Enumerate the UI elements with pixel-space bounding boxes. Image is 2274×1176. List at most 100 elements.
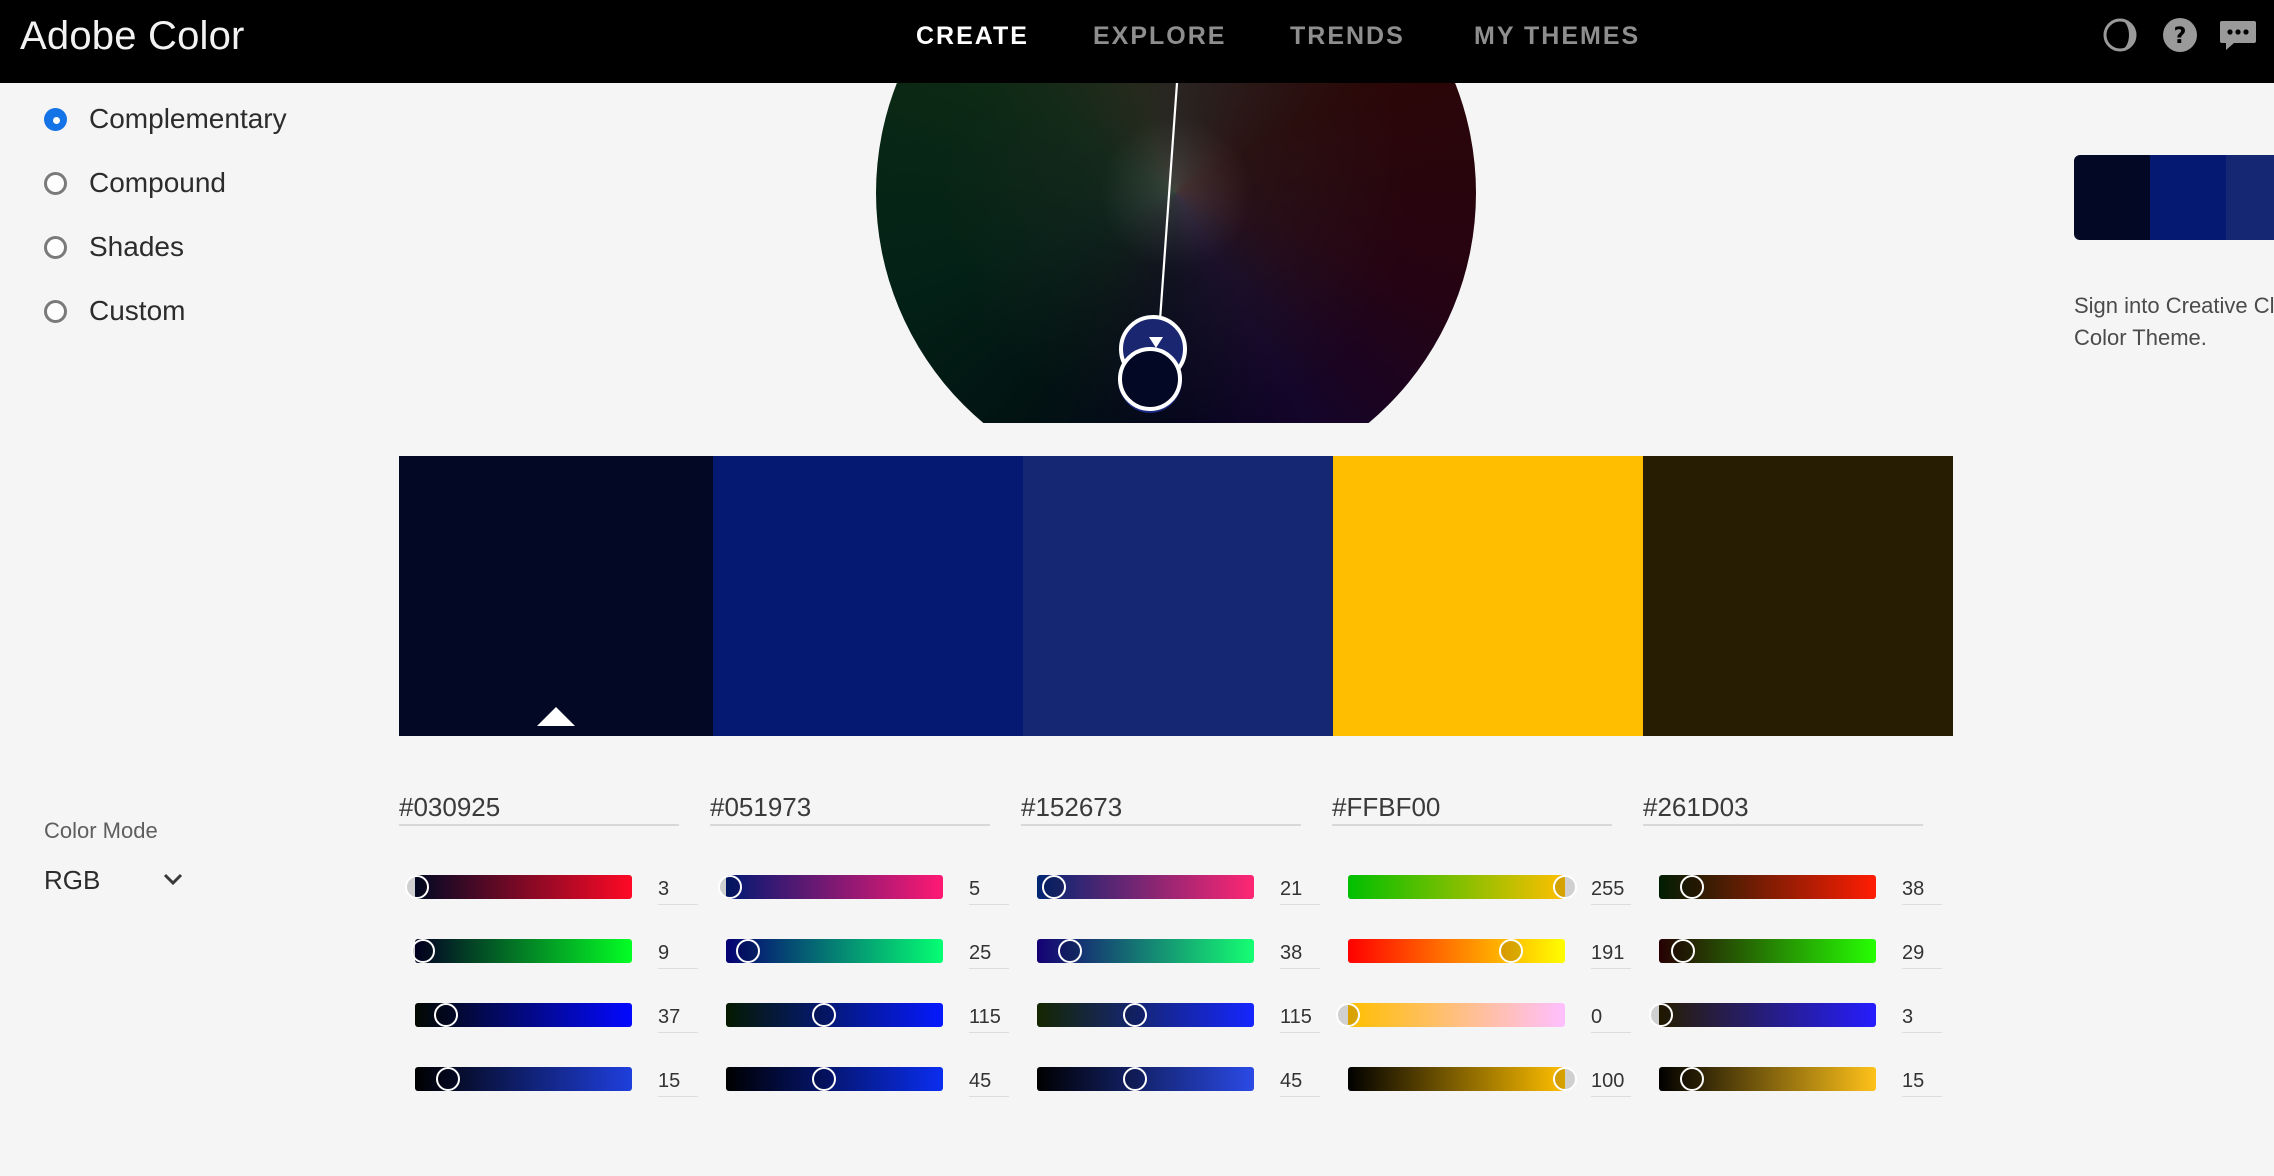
slider-knob[interactable] [811, 1067, 836, 1091]
top-bar: Adobe Color CREATE EXPLORE TRENDS MY THE… [0, 0, 2274, 83]
slider-value[interactable]: 9 [658, 942, 698, 969]
slider-track[interactable] [415, 939, 632, 963]
slider-value[interactable]: 25 [969, 942, 1009, 969]
radio-checked-icon[interactable] [44, 107, 67, 131]
slider-knob[interactable] [1057, 939, 1082, 963]
swatch-1[interactable] [399, 456, 713, 736]
slider-knob[interactable] [1649, 1003, 1674, 1027]
slider-knob[interactable] [811, 1003, 836, 1027]
slider-value[interactable]: 38 [1902, 878, 1942, 905]
slider-knob[interactable] [1498, 939, 1523, 963]
slider-row: 255 [1348, 870, 1640, 905]
nav-my-themes[interactable]: MY THEMES [1474, 22, 1640, 51]
slider-value[interactable]: 115 [1280, 1006, 1320, 1033]
slider-knob[interactable] [1553, 875, 1577, 899]
slider-track[interactable] [1348, 1003, 1565, 1027]
nav-explore[interactable]: EXPLORE [1093, 22, 1226, 51]
color-mode-select[interactable]: RGB [44, 862, 194, 898]
base-color-marker-icon [537, 707, 575, 726]
slider-track[interactable] [726, 875, 943, 899]
slider-knob[interactable] [735, 939, 760, 963]
slider-value[interactable]: 5 [969, 878, 1009, 905]
nav-create[interactable]: CREATE [916, 22, 1029, 51]
slider-value[interactable]: 38 [1280, 942, 1320, 969]
swatch-5[interactable] [1643, 456, 1953, 736]
slider-track[interactable] [415, 875, 632, 899]
mini-swatch [2226, 155, 2274, 240]
slider-knob[interactable] [1679, 875, 1704, 899]
slider-value[interactable]: 37 [658, 1006, 698, 1033]
slider-value[interactable]: 191 [1591, 942, 1631, 969]
swatch-2[interactable] [713, 456, 1023, 736]
slider-row: 45 [1037, 1062, 1329, 1097]
slider-value[interactable]: 45 [969, 1070, 1009, 1097]
slider-value[interactable]: 21 [1280, 878, 1320, 905]
hex-input[interactable] [710, 786, 990, 826]
slider-row: 38 [1037, 934, 1329, 969]
slider-value[interactable]: 100 [1591, 1070, 1631, 1097]
rule-complementary[interactable]: Complementary [44, 99, 287, 139]
slider-track[interactable] [1659, 1003, 1876, 1027]
saved-theme-preview[interactable] [2074, 155, 2274, 240]
hex-input[interactable] [1332, 786, 1612, 826]
slider-value[interactable]: 3 [658, 878, 698, 905]
rule-compound[interactable]: Compound [44, 163, 226, 203]
swatch-3[interactable] [1023, 456, 1333, 736]
slider-row: 37 [415, 998, 707, 1033]
help-icon[interactable]: ? [2161, 16, 2199, 54]
slider-knob[interactable] [410, 939, 435, 963]
color-wheel-area [876, 83, 1476, 423]
hex-input[interactable] [1021, 786, 1301, 826]
mini-swatch [2150, 155, 2226, 240]
signin-line-1: Sign into Creative Clo [2074, 293, 2274, 318]
nav-trends[interactable]: TRENDS [1290, 22, 1405, 51]
slider-track[interactable] [1348, 939, 1565, 963]
slider-knob[interactable] [1336, 1003, 1360, 1027]
color-mode-value: RGB [44, 864, 101, 895]
slider-knob[interactable] [1122, 1067, 1147, 1091]
slider-row: 15 [1659, 1062, 1951, 1097]
rule-label: Shades [89, 231, 184, 262]
slider-knob[interactable] [405, 875, 430, 899]
slider-row: 9 [410, 934, 707, 969]
slider-value[interactable]: 0 [1591, 1006, 1631, 1033]
slider-track[interactable] [1348, 875, 1565, 899]
swatch-4[interactable] [1333, 456, 1643, 736]
slider-value[interactable]: 15 [1902, 1070, 1942, 1097]
mini-swatch [2074, 155, 2150, 240]
slider-track[interactable] [1037, 875, 1254, 899]
slider-knob[interactable] [1670, 939, 1695, 963]
radio-icon[interactable] [44, 299, 67, 323]
slider-row: 3 [1649, 998, 1951, 1033]
slider-row: 25 [726, 934, 1018, 969]
slider-value[interactable]: 15 [658, 1070, 698, 1097]
radio-icon[interactable] [44, 235, 67, 259]
slider-value[interactable]: 29 [1902, 942, 1942, 969]
feedback-icon[interactable] [2218, 16, 2258, 54]
hex-input[interactable] [399, 786, 679, 826]
radio-icon[interactable] [44, 171, 67, 195]
slider-knob[interactable] [435, 1067, 460, 1091]
slider-row: 115 [726, 998, 1018, 1033]
slider-knob[interactable] [1679, 1067, 1704, 1091]
rule-label: Compound [89, 167, 226, 198]
rule-custom[interactable]: Custom [44, 291, 185, 331]
slider-row: 38 [1659, 870, 1951, 905]
rule-shades[interactable]: Shades [44, 227, 184, 267]
slider-row: 100 [1348, 1062, 1640, 1097]
slider-row: 115 [1037, 998, 1329, 1033]
slider-value[interactable]: 115 [969, 1006, 1009, 1033]
theme-toggle-icon[interactable] [2101, 16, 2139, 54]
slider-row: 15 [415, 1062, 707, 1097]
theme-swatches [399, 456, 1953, 736]
hex-input[interactable] [1643, 786, 1923, 826]
svg-text:?: ? [2174, 24, 2187, 49]
slider-value[interactable]: 3 [1902, 1006, 1942, 1033]
slider-row: 45 [726, 1062, 1018, 1097]
slider-value[interactable]: 255 [1591, 878, 1631, 905]
chevron-down-icon [163, 873, 183, 886]
slider-knob[interactable] [1122, 1003, 1147, 1027]
slider-value[interactable]: 45 [1280, 1070, 1320, 1097]
slider-knob[interactable] [1553, 1067, 1577, 1091]
slider-track[interactable] [1348, 1067, 1565, 1091]
